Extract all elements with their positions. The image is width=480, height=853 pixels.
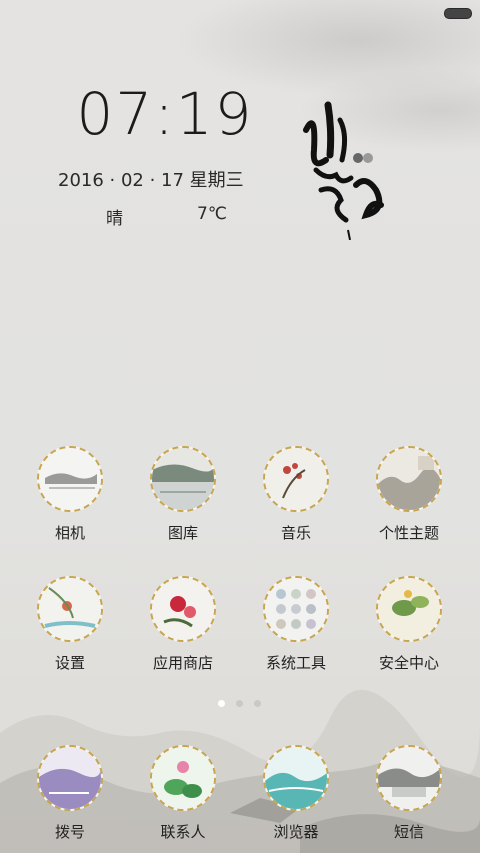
settings-icon: [37, 576, 103, 642]
theme-icon: [376, 446, 442, 512]
app-store-icon: [150, 576, 216, 642]
dock-messages[interactable]: 短信: [359, 745, 459, 842]
battery-icon: [444, 8, 472, 19]
page-dot: [236, 700, 243, 707]
app-label: 浏览器: [273, 823, 319, 841]
contacts-icon: [150, 745, 216, 811]
messages-icon: [376, 745, 442, 811]
app-security-center[interactable]: 安全中心: [359, 576, 459, 673]
app-label: 设置: [54, 654, 85, 672]
dock-browser[interactable]: 浏览器: [246, 745, 346, 842]
page-dot: [254, 700, 261, 707]
app-label: 拨号: [54, 823, 85, 841]
weather-condition: 晴: [106, 209, 123, 229]
app-label: 音乐: [280, 524, 311, 542]
camera-icon: [37, 446, 103, 512]
app-label: 安全中心: [378, 654, 439, 672]
system-tools-icon: [263, 576, 329, 642]
app-music[interactable]: 音乐: [246, 446, 346, 543]
app-label: 图库: [167, 524, 198, 542]
app-label: 个性主题: [378, 524, 439, 542]
app-theme[interactable]: 个性主题: [359, 446, 459, 543]
app-camera[interactable]: 相机: [20, 446, 120, 543]
page-dot-active: [218, 700, 225, 707]
app-store[interactable]: 应用商店: [133, 576, 233, 673]
dialer-icon: [37, 745, 103, 811]
weather-temperature: 7℃: [197, 204, 227, 224]
browser-icon: [263, 745, 329, 811]
security-center-icon: [376, 576, 442, 642]
app-gallery[interactable]: 图库: [133, 446, 233, 543]
dock-contacts[interactable]: 联系人: [133, 745, 233, 842]
calligraphy-logo: [303, 101, 384, 240]
app-settings[interactable]: 设置: [20, 576, 120, 673]
clock-time: 07:19: [76, 80, 254, 148]
app-system-tools[interactable]: 系统工具: [246, 576, 346, 673]
app-label: 联系人: [160, 823, 206, 841]
app-label: 系统工具: [265, 654, 326, 672]
page-indicator: [0, 700, 480, 710]
app-label: 应用商店: [152, 654, 213, 672]
app-label: 相机: [54, 524, 85, 542]
music-icon: [263, 446, 329, 512]
gallery-icon: [150, 446, 216, 512]
app-label: 短信: [393, 823, 424, 841]
date-text: 2016 · 02 · 17 星期三: [58, 170, 244, 191]
dock-dialer[interactable]: 拨号: [20, 745, 120, 842]
